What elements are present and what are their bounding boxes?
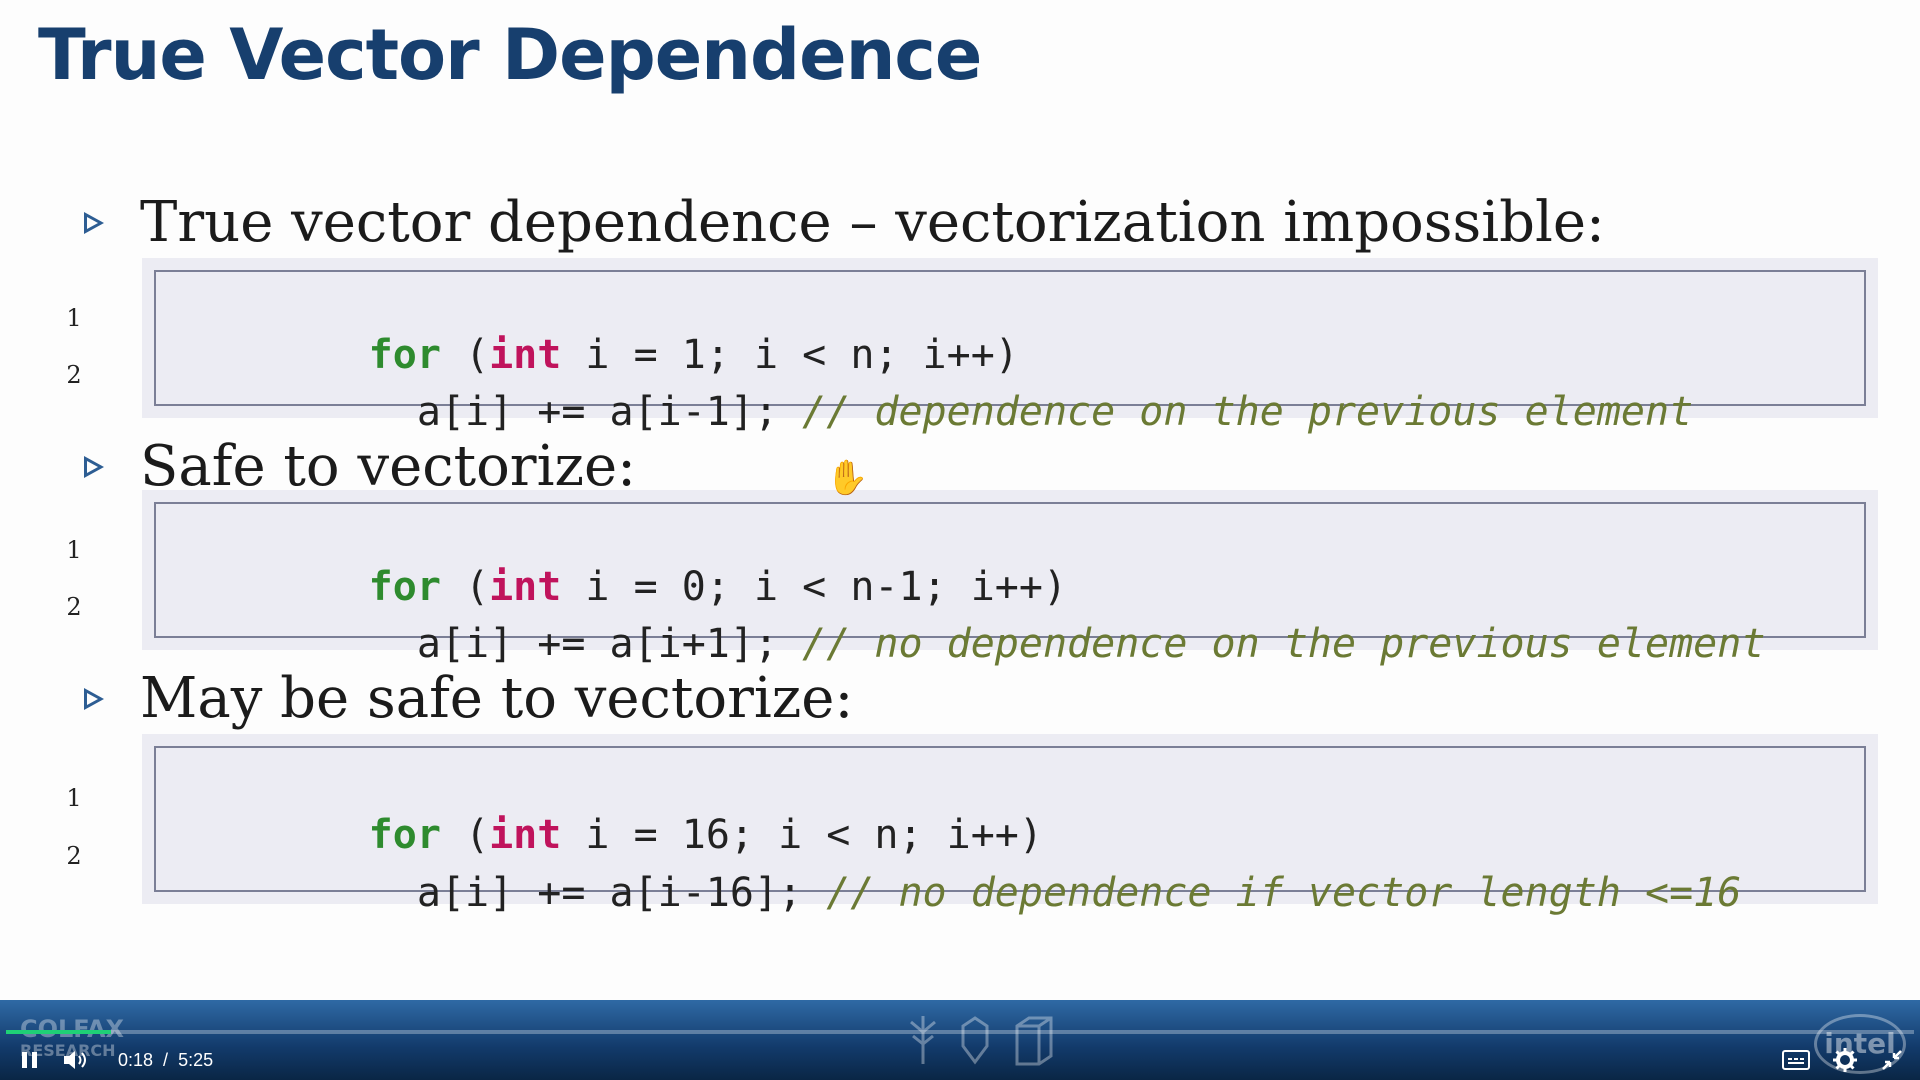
- code-comment: // dependence on the previous element: [802, 389, 1694, 435]
- progress-bar[interactable]: [6, 1030, 1914, 1034]
- code-line: 2 a[i] += a[i-16]; // no dependence if v…: [66, 824, 1742, 962]
- bullet-triangle-icon: [84, 687, 104, 710]
- settings-button[interactable]: [1832, 1044, 1858, 1076]
- line-number: 2: [66, 361, 82, 389]
- bullet-triangle-icon: [84, 211, 104, 234]
- code-comment: // no dependence if vector length <=16: [826, 870, 1742, 916]
- line-number: 1: [66, 536, 82, 564]
- code-block-1: 1 for (int i = 1; i < n; i++) 2 a[i] += a…: [66, 258, 1878, 435]
- watermark-logos: [905, 1012, 1057, 1068]
- duration: 5:25: [178, 1049, 214, 1070]
- code-text: a[i] += a[i-16];: [368, 870, 827, 916]
- progress-fill: [6, 1030, 111, 1034]
- line-number: 2: [66, 593, 82, 621]
- pause-button[interactable]: [18, 1044, 42, 1076]
- cube-icon: [1015, 1016, 1053, 1066]
- code-frame: 1 for (int i = 16; i < n; i++) 2 a[i] += …: [66, 746, 1866, 916]
- tree-icon: [910, 1016, 936, 1064]
- captions-icon: [1782, 1050, 1810, 1070]
- gear-icon: [1833, 1048, 1857, 1072]
- bullet-1: True vector dependence – vectorization i…: [84, 190, 1605, 255]
- volume-icon: [64, 1051, 86, 1069]
- colfax-logo-text: COLFAX: [20, 1015, 125, 1043]
- hand-cursor-icon: ✋: [826, 458, 869, 498]
- bullet-heading: True vector dependence – vectorization i…: [140, 190, 1605, 255]
- bullet-triangle-icon: [84, 455, 104, 478]
- captions-button[interactable]: [1782, 1044, 1810, 1076]
- code-text: a[i] += a[i+1];: [368, 621, 803, 667]
- code-frame: 1 for (int i = 1; i < n; i++) 2 a[i] += a…: [66, 270, 1866, 435]
- pause-icon: [22, 1052, 37, 1068]
- bullet-heading: May be safe to vectorize:: [140, 666, 854, 731]
- current-time: 0:18: [118, 1049, 154, 1070]
- slide: True Vector Dependence True vector depen…: [0, 0, 1920, 1000]
- video-control-bar: COLFAX RESEARCH intel 0:18 / 5:25: [0, 1000, 1920, 1080]
- code-frame: 1 for (int i = 0; i < n-1; i++) 2 a[i] +=…: [66, 502, 1866, 667]
- code-text: a[i] += a[i-1];: [368, 389, 803, 435]
- bullet-3: May be safe to vectorize:: [84, 666, 853, 731]
- time-separator: /: [163, 1049, 169, 1070]
- time-display: 0:18 / 5:25: [118, 1044, 213, 1076]
- code-block-2: 1 for (int i = 0; i < n-1; i++) 2 a[i] +=…: [66, 490, 1878, 667]
- line-number: 1: [66, 304, 82, 332]
- shield-icon: [961, 1016, 989, 1065]
- line-number: 1: [66, 784, 82, 812]
- exit-fullscreen-icon: [1882, 1050, 1902, 1070]
- code-comment: // no dependence on the previous element: [802, 621, 1766, 667]
- volume-button[interactable]: [62, 1044, 90, 1076]
- slide-title: True Vector Dependence: [38, 14, 982, 96]
- code-block-3: 1 for (int i = 16; i < n; i++) 2 a[i] += …: [66, 734, 1878, 916]
- line-number: 2: [66, 842, 82, 870]
- exit-fullscreen-button[interactable]: [1880, 1044, 1904, 1076]
